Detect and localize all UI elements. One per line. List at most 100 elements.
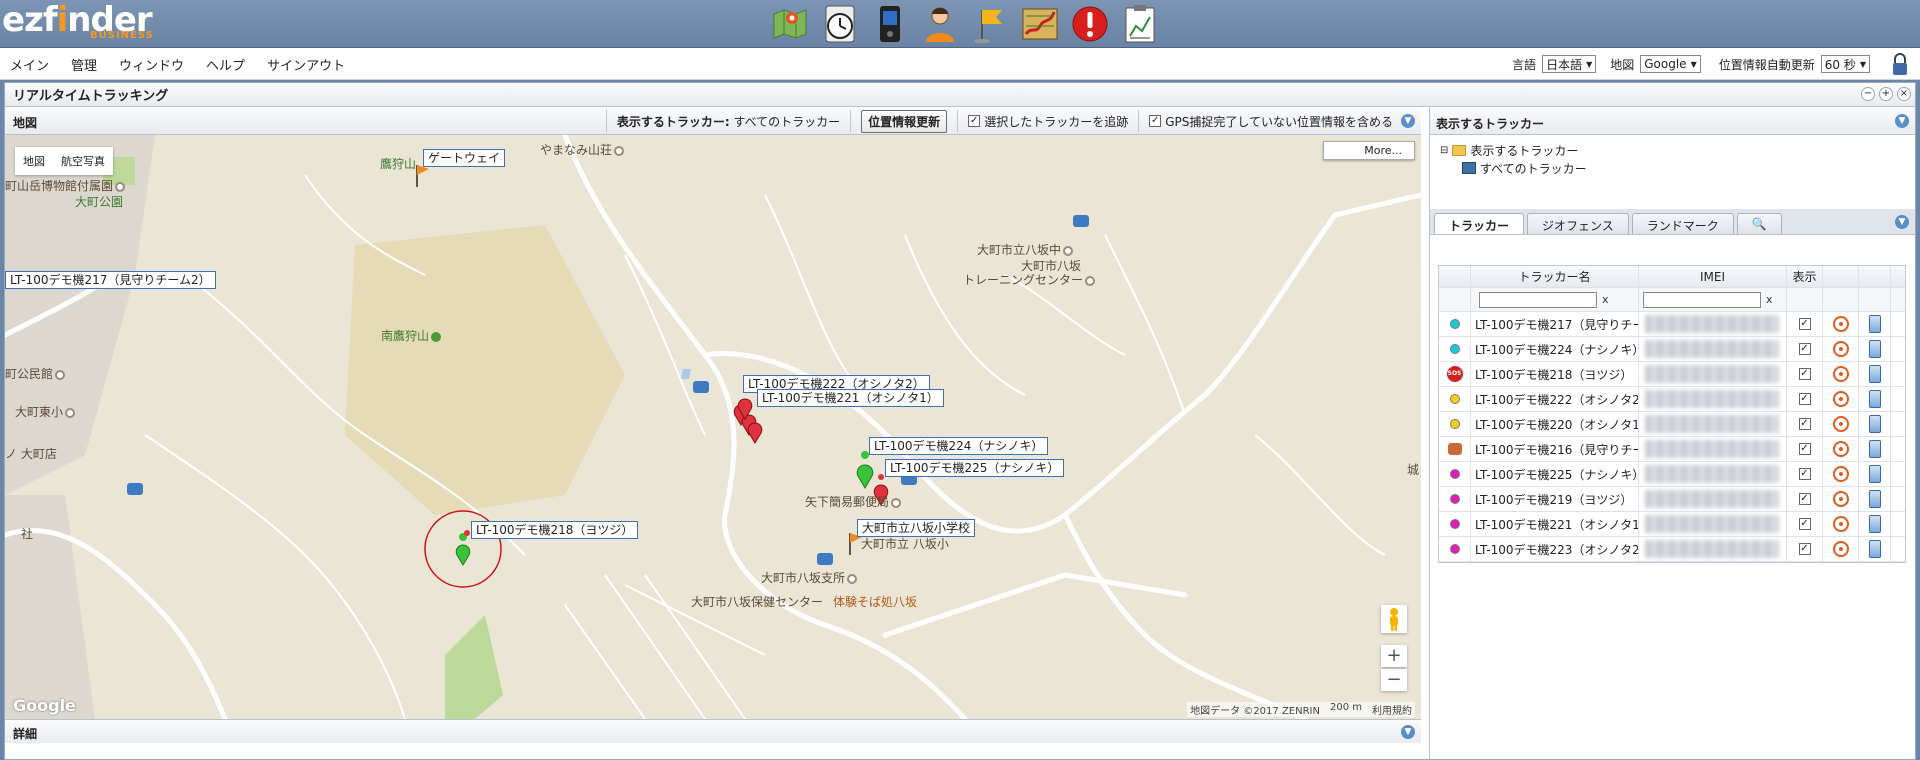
map-route-icon[interactable] — [1018, 2, 1062, 46]
column-header-name[interactable]: トラッカー名 — [1471, 266, 1639, 287]
visible-checkbox[interactable]: ✓ — [1798, 418, 1811, 430]
map-canvas[interactable]: 地図 航空写真 More... 鷹狩山 ゲートウェイ やまなみ山荘 町山岳博物館… — [5, 135, 1421, 719]
locate-target-icon[interactable] — [1832, 366, 1849, 382]
menu-main[interactable]: メイン — [10, 55, 49, 74]
tracker-map-label[interactable]: LT-100デモ機225（ナシノキ） — [885, 459, 1065, 477]
visible-checkbox[interactable]: ✓ — [1798, 393, 1811, 405]
device-phone-icon[interactable] — [1868, 340, 1881, 358]
flag-icon[interactable] — [968, 2, 1012, 46]
table-row[interactable]: LT-100デモ機219（ヨツジ） ✓ — [1439, 487, 1905, 512]
map-provider-select[interactable]: Google ▼ — [1640, 55, 1701, 73]
device-phone-icon[interactable] — [1868, 490, 1881, 508]
visible-checkbox[interactable]: ✓ — [1798, 468, 1811, 480]
clock-icon[interactable] — [818, 2, 862, 46]
device-phone-icon[interactable] — [1868, 440, 1881, 458]
lock-icon[interactable] — [1890, 52, 1910, 76]
follow-tracker-toggle[interactable]: ✓ 選択したトラッカーを追跡 — [968, 113, 1128, 130]
tracker-map-label[interactable]: LT-100デモ機221（オシノタ1） — [757, 389, 944, 407]
locate-target-icon[interactable] — [1832, 316, 1849, 332]
visible-checkbox[interactable]: ✓ — [1798, 318, 1811, 330]
name-filter-input[interactable] — [1479, 291, 1597, 308]
include-gps-checkbox[interactable]: ✓ — [1149, 115, 1162, 127]
maximize-icon[interactable]: + — [1879, 87, 1893, 101]
visible-checkbox[interactable]: ✓ — [1798, 443, 1811, 455]
table-row[interactable]: LT-100デモ機222（オシノタ2） ✓ — [1439, 387, 1905, 412]
locate-target-icon[interactable] — [1832, 391, 1849, 407]
table-row[interactable]: LT-100デモ機225（ナシノキ） ✓ — [1439, 462, 1905, 487]
clear-name-filter-button[interactable]: x — [1602, 293, 1609, 306]
menu-help[interactable]: ヘルプ — [206, 55, 245, 74]
visible-checkbox[interactable]: ✓ — [1798, 343, 1811, 355]
tree-root[interactable]: ⊟ 表示するトラッカー — [1440, 141, 1905, 159]
collapse-icon[interactable]: ▼ — [1895, 215, 1909, 229]
place-label-boxed: ゲートウェイ — [423, 149, 506, 167]
table-row[interactable]: LT-100デモ機223（オシノタ2） ✓ — [1439, 537, 1905, 562]
minimize-icon[interactable]: − — [1861, 87, 1875, 101]
device-phone-icon[interactable] — [1868, 415, 1881, 433]
device-phone-icon[interactable] — [1868, 540, 1881, 558]
device-phone-icon[interactable] — [1868, 465, 1881, 483]
locate-target-icon[interactable] — [1832, 416, 1849, 432]
map-type-satellite[interactable]: 航空写真 — [53, 147, 113, 175]
device-phone-icon[interactable] — [1868, 390, 1881, 408]
tree-toggle-icon[interactable]: ⊟ — [1440, 145, 1448, 156]
place-label-text: 南鷹狩山 — [381, 329, 430, 343]
table-row[interactable]: LT-100デモ機217（見守りチーム2） ✓ — [1439, 312, 1905, 337]
menu-signout[interactable]: サインアウト — [267, 55, 345, 74]
locate-target-icon[interactable] — [1832, 541, 1849, 557]
table-row[interactable]: LT-100デモ機224（ナシノキ） ✓ — [1439, 337, 1905, 362]
collapse-icon[interactable]: ▼ — [1401, 725, 1415, 739]
imei-filter-input[interactable] — [1643, 291, 1761, 308]
tracker-map-label[interactable]: LT-100デモ機218（ヨツジ） — [471, 521, 639, 539]
device-phone-icon[interactable] — [1868, 365, 1881, 383]
map-type-map[interactable]: 地図 — [15, 147, 53, 175]
user-icon[interactable] — [918, 2, 962, 46]
auto-refresh-select[interactable]: 60 秒 ▼ — [1820, 55, 1870, 73]
locate-target-icon[interactable] — [1832, 341, 1849, 357]
menu-manage[interactable]: 管理 — [71, 55, 97, 74]
tab-landmark[interactable]: ランドマーク — [1631, 213, 1734, 234]
device-phone-icon[interactable] — [1868, 515, 1881, 533]
realtime-tracking-window: リアルタイムトラッキング − + × 地図 表示するトラッカー: すべてのトラッ… — [4, 82, 1916, 760]
update-location-button[interactable]: 位置情報更新 — [861, 109, 948, 133]
table-row[interactable]: SOS LT-100デモ機218（ヨツジ） ✓ — [1439, 362, 1905, 387]
include-gps-toggle[interactable]: ✓ GPS捕捉完了していない位置情報を含める — [1149, 113, 1393, 130]
device-phone-icon[interactable] — [1868, 315, 1881, 333]
visible-checkbox[interactable]: ✓ — [1798, 493, 1811, 505]
clear-imei-filter-button[interactable]: x — [1766, 293, 1773, 306]
street-view-pegman-icon[interactable] — [1381, 605, 1407, 633]
locate-target-icon[interactable] — [1832, 441, 1849, 457]
column-header-visible[interactable]: 表示 — [1787, 266, 1823, 287]
tab-trackers[interactable]: トラッカー — [1434, 213, 1525, 234]
device-icon[interactable] — [868, 2, 912, 46]
language-select[interactable]: 日本語 ▼ — [1542, 55, 1597, 73]
close-icon[interactable]: × — [1897, 87, 1911, 101]
tree-child[interactable]: すべてのトラッカー — [1440, 159, 1905, 177]
tracker-map-label[interactable]: LT-100デモ機224（ナシノキ） — [869, 437, 1049, 455]
table-row[interactable]: LT-100デモ機221（オシノタ1） ✓ — [1439, 512, 1905, 537]
visible-checkbox[interactable]: ✓ — [1798, 368, 1811, 380]
tracker-map-label[interactable]: LT-100デモ機217（見守りチーム2） — [5, 271, 216, 289]
visible-checkbox[interactable]: ✓ — [1798, 518, 1811, 530]
map-icon[interactable] — [768, 2, 812, 46]
locate-target-icon[interactable] — [1832, 491, 1849, 507]
follow-tracker-checkbox[interactable]: ✓ — [968, 115, 981, 127]
tab-search[interactable]: 🔍 — [1736, 213, 1782, 234]
alert-icon[interactable] — [1068, 2, 1112, 46]
menu-window[interactable]: ウィンドウ — [119, 55, 184, 74]
report-icon[interactable] — [1118, 2, 1162, 46]
collapse-icon[interactable]: ▼ — [1895, 114, 1909, 128]
more-button[interactable]: More... — [1323, 141, 1415, 160]
table-row[interactable]: LT-100デモ機216（見守りチーム） ✓ — [1439, 437, 1905, 462]
locate-target-icon[interactable] — [1832, 516, 1849, 532]
visible-checkbox[interactable]: ✓ — [1798, 543, 1811, 555]
collapse-icon[interactable]: ▼ — [1401, 114, 1415, 128]
tab-geofence[interactable]: ジオフェンス — [1527, 213, 1629, 234]
locate-target-icon[interactable] — [1832, 466, 1849, 482]
column-header-imei[interactable]: IMEI — [1639, 266, 1787, 287]
zoom-out-button[interactable]: − — [1381, 669, 1407, 691]
zoom-in-button[interactable]: + — [1381, 645, 1407, 667]
auto-refresh-label: 位置情報自動更新 — [1718, 57, 1815, 72]
map-terms-link[interactable]: 利用規約 — [1372, 702, 1412, 717]
table-row[interactable]: LT-100デモ機220（オシノタ1） ✓ — [1439, 412, 1905, 437]
